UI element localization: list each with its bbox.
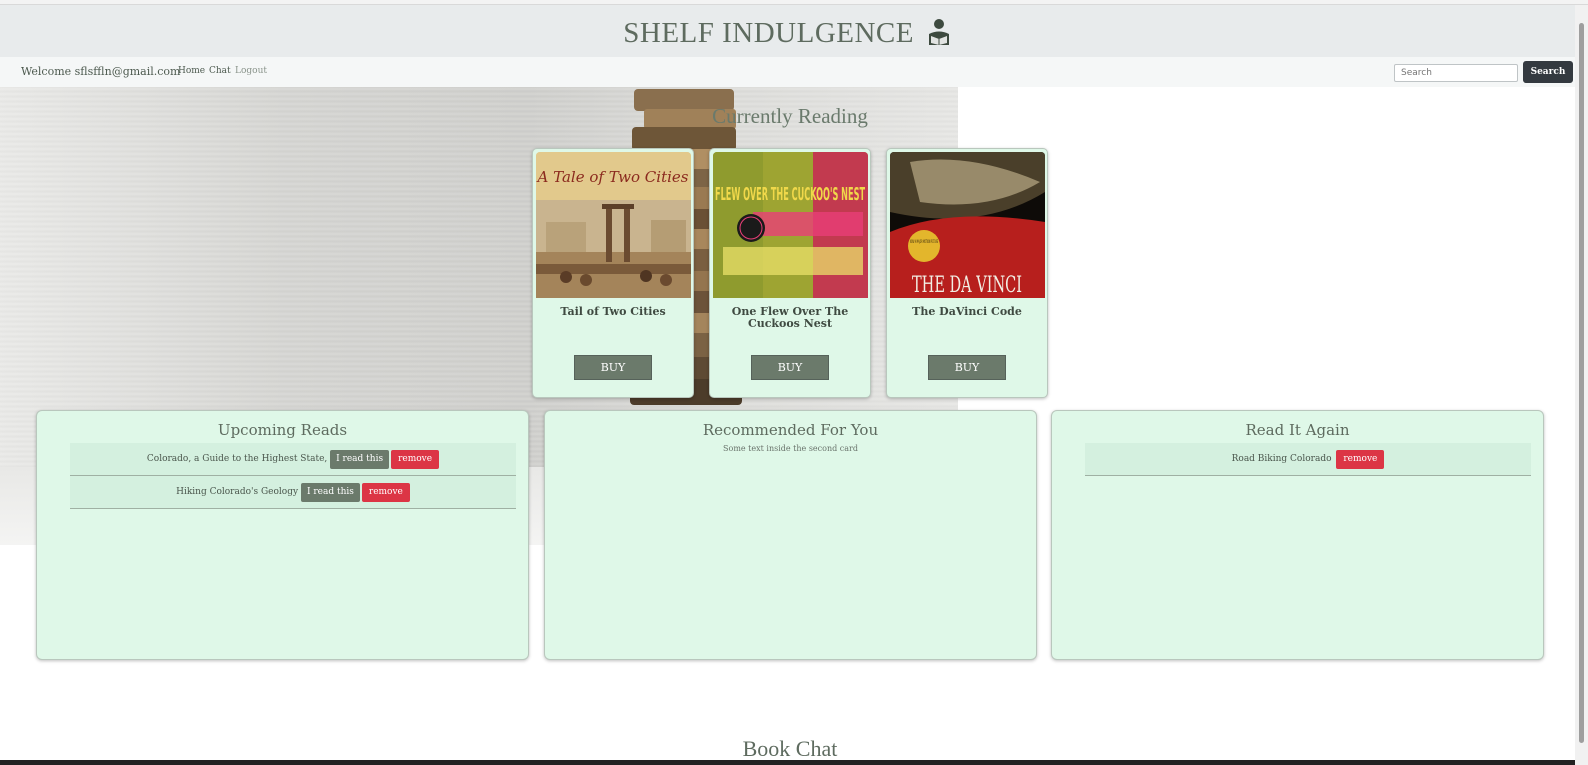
page-scrollbar[interactable] — [1575, 5, 1588, 765]
currently-reading-title: Currently Reading — [712, 104, 868, 128]
book-chat-title: Book Chat — [742, 736, 838, 761]
book-title: Tail of Two Cities — [560, 305, 666, 318]
upcoming-reads-title: Upcoming Reads — [217, 421, 348, 439]
book-cover-image: FLEW OVER THE CUCKOO'S NEST — [713, 152, 868, 298]
tale-of-two-cities-cover: A Tale of Two Cities — [536, 152, 691, 298]
book-card: A Tale of Two Cities Tail of Two Cities … — [532, 148, 694, 398]
reading-person-icon — [928, 19, 949, 45]
buy-button[interactable]: BUY — [751, 355, 829, 380]
cover-badge-text: NOW A MAJOR MOTION PICTURE — [910, 239, 938, 244]
remove-button[interactable]: remove — [361, 482, 410, 502]
list-item: Hiking Colorado's Geology I read this rem… — [70, 476, 516, 509]
browser-bottom-edge — [0, 760, 1575, 765]
navbar: Welcome sflsffln@gmail.com Home Chat Log… — [0, 57, 1588, 87]
nav-link-chat[interactable]: Chat — [209, 66, 231, 76]
recommended-title: Recommended For You — [702, 421, 879, 439]
i-read-this-button[interactable]: I read this — [330, 449, 390, 469]
book-cover-image: A Tale of Two Cities — [536, 152, 691, 298]
site-header: SHELF INDULGENCE — [0, 5, 1588, 57]
book-name: Road Biking Colorado — [1231, 454, 1332, 464]
site-brand[interactable]: SHELF INDULGENCE — [0, 17, 1575, 50]
book-name: Hiking Colorado's Geology — [176, 487, 299, 497]
book-card: FLEW OVER THE CUCKOO'S NEST One Flew Ove… — [709, 148, 871, 398]
remove-button[interactable]: remove — [391, 449, 440, 469]
remove-button[interactable]: remove — [1336, 449, 1385, 469]
search-input[interactable] — [1394, 64, 1518, 82]
read-it-again-card: Read It Again Road Biking Colorado remov… — [1051, 410, 1544, 660]
list-item: Colorado, a Guide to the Highest State, … — [70, 443, 516, 476]
book-cover-image: NOW A MAJOR MOTION PICTURE THE DA VINCI — [890, 152, 1045, 298]
list-item: Road Biking Colorado remove — [1085, 443, 1531, 476]
book-card: NOW A MAJOR MOTION PICTURE THE DA VINCI … — [886, 148, 1048, 398]
nav-link-logout[interactable]: Logout — [235, 66, 267, 76]
welcome-text: Welcome sflsffln@gmail.com — [21, 65, 181, 78]
book-title: The DaVinci Code — [912, 305, 1022, 318]
davinci-code-cover: NOW A MAJOR MOTION PICTURE THE DA VINCI — [890, 152, 1045, 298]
cover-title-text: A Tale of Two Cities — [536, 168, 689, 186]
upcoming-reads-card: Upcoming Reads Colorado, a Guide to the … — [36, 410, 529, 660]
read-it-again-title: Read It Again — [1245, 421, 1350, 439]
buy-button[interactable]: BUY — [574, 355, 652, 380]
recommended-text: Some text inside the second card — [723, 444, 858, 453]
recommended-card: Recommended For You Some text inside the… — [544, 410, 1037, 660]
search-button[interactable]: Search — [1523, 61, 1573, 83]
site-title: SHELF INDULGENCE — [623, 17, 914, 49]
buy-button[interactable]: BUY — [928, 355, 1006, 380]
cover-title-text: THE DA VINCI — [912, 273, 1022, 298]
nav-link-home[interactable]: Home — [178, 66, 205, 76]
i-read-this-button[interactable]: I read this — [300, 482, 360, 502]
cover-title-text: FLEW OVER THE CUCKOO'S NEST — [715, 184, 865, 205]
cuckoos-nest-cover: FLEW OVER THE CUCKOO'S NEST — [713, 152, 868, 298]
book-name: Colorado, a Guide to the Highest State, — [146, 454, 328, 464]
scrollbar-thumb[interactable] — [1579, 23, 1584, 743]
book-title: One Flew Over The Cuckoos Nest — [731, 305, 849, 330]
